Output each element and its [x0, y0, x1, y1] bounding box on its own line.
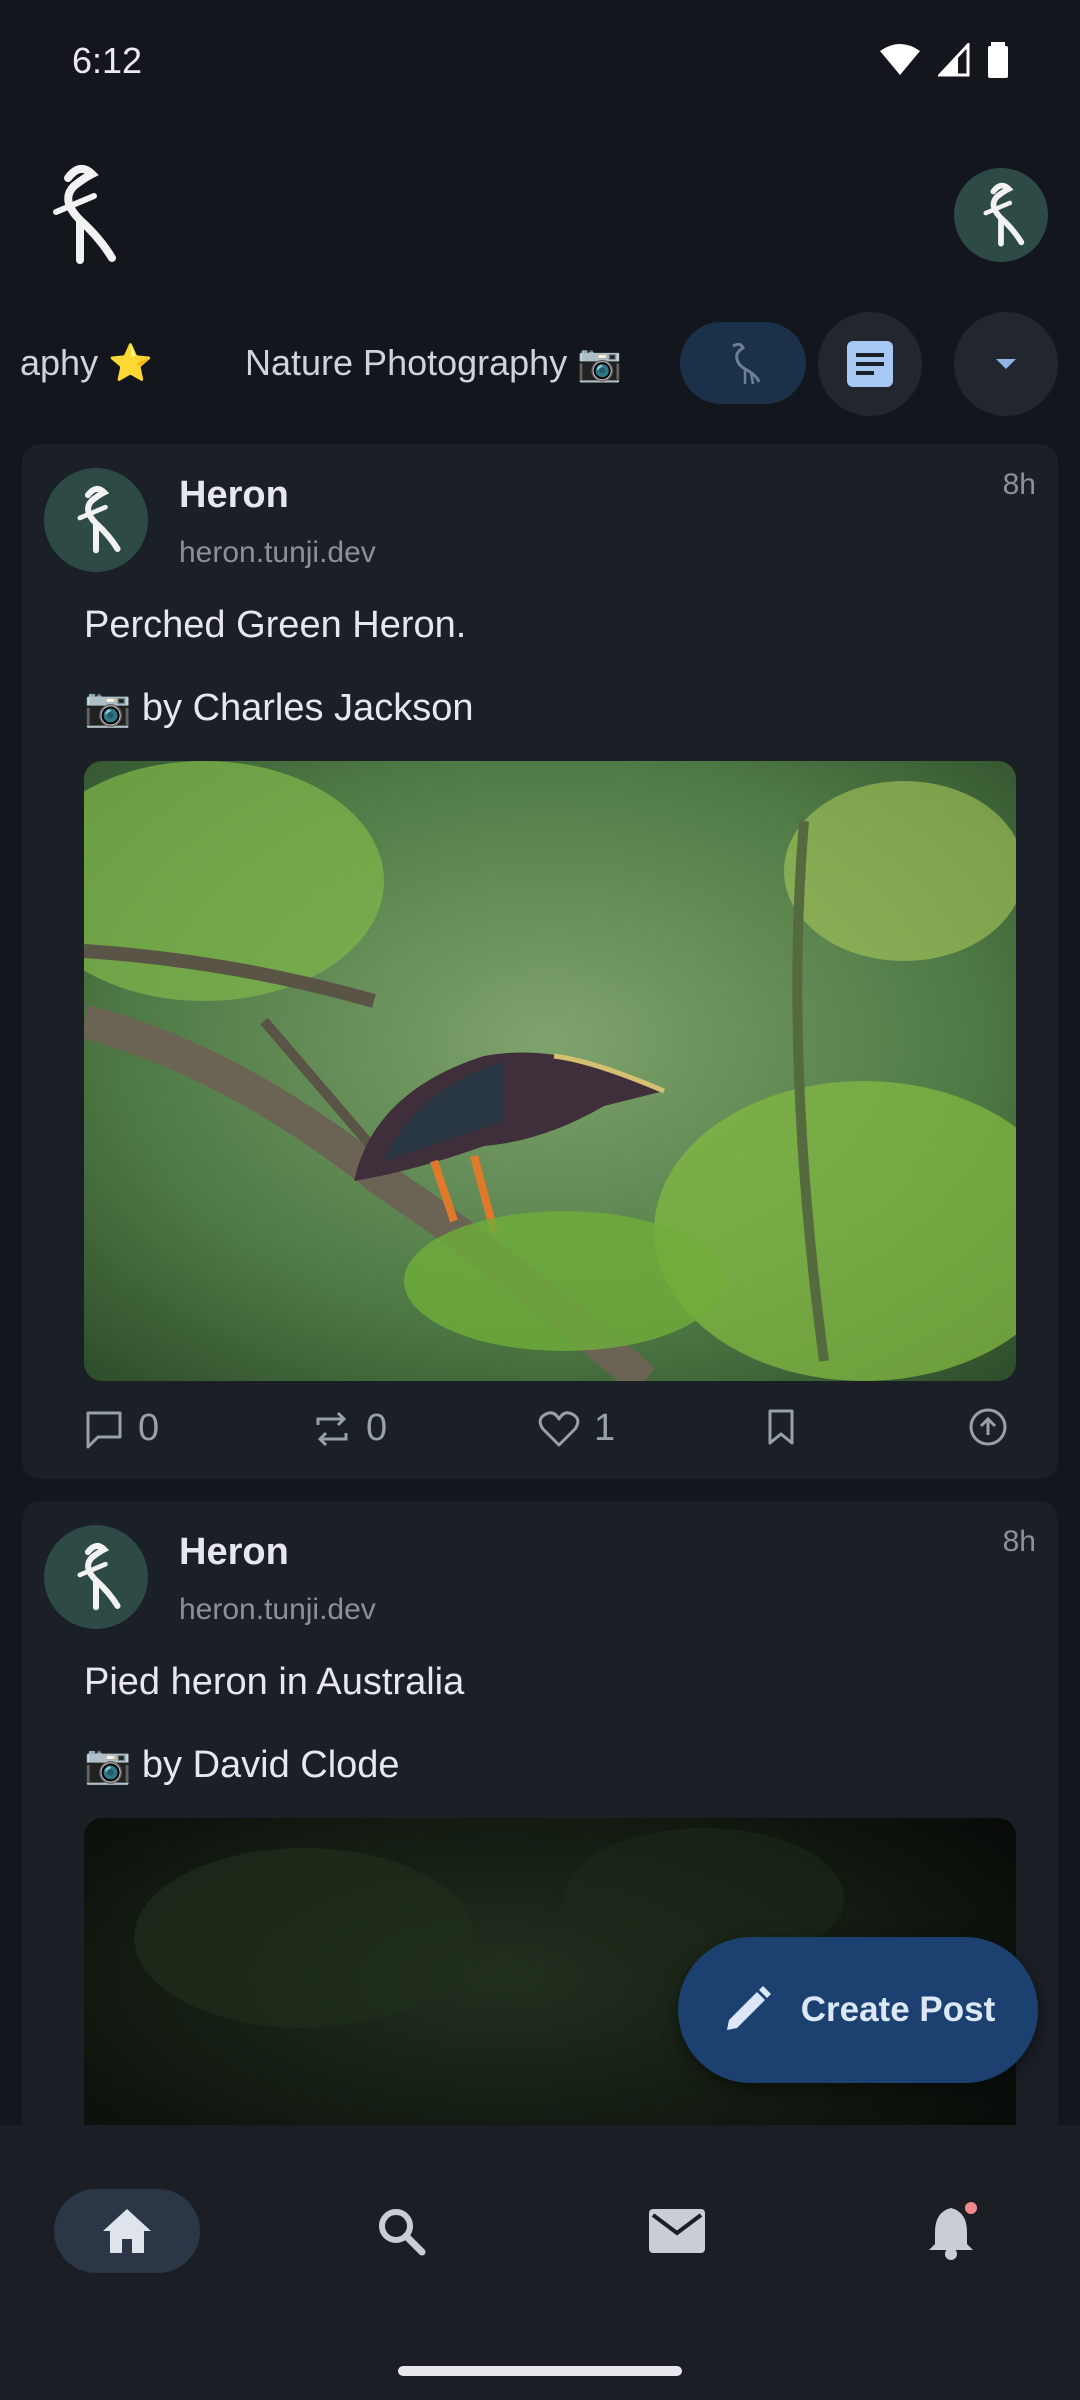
like-button[interactable]: 1 [538, 1407, 615, 1450]
signal-icon [938, 43, 970, 77]
post-text: Pied heron in Australia [84, 1661, 465, 1703]
heart-icon [538, 1410, 580, 1446]
nav-notifications[interactable] [880, 2189, 1026, 2273]
repost-count: 0 [366, 1407, 388, 1449]
comment-count: 0 [138, 1407, 160, 1449]
comment-button[interactable]: 0 [84, 1407, 159, 1450]
heron-logo-icon [77, 485, 121, 554]
repost-icon [316, 1411, 348, 1446]
document-icon [847, 341, 893, 387]
post-credit: 📷 by Charles Jackson [84, 687, 474, 729]
search-icon [379, 2209, 426, 2256]
notification-dot [965, 2202, 977, 2214]
comment-icon [86, 1411, 122, 1448]
profile-avatar[interactable] [954, 168, 1048, 262]
post-timestamp: 8h [1002, 1525, 1036, 1558]
mail-icon [649, 2209, 705, 2253]
feeds-dropdown-button[interactable] [954, 312, 1058, 416]
post-author-name[interactable]: Heron [179, 1531, 289, 1574]
home-icon [103, 2209, 151, 2253]
status-icons [880, 42, 1008, 78]
battery-icon [988, 42, 1008, 78]
heron-logo-icon [77, 1542, 121, 1611]
bell-icon [929, 2202, 977, 2260]
like-count: 1 [594, 1407, 616, 1449]
post-timestamp: 8h [1002, 468, 1036, 501]
post-actions: 0 0 1 [84, 1407, 1016, 1467]
post-author-handle: heron.tunji.dev [179, 536, 376, 569]
home-indicator[interactable] [398, 2366, 682, 2376]
wifi-icon [880, 44, 920, 75]
tab-nature-photography[interactable]: Nature Photography 📷 [245, 342, 622, 384]
tab-heron-feed[interactable] [680, 322, 806, 404]
share-button[interactable] [968, 1407, 1008, 1447]
caret-down-icon [996, 359, 1016, 369]
heron-bird-icon [732, 342, 761, 385]
post-author-handle: heron.tunji.dev [179, 1593, 376, 1626]
bookmark-button[interactable] [766, 1407, 796, 1447]
tab-photography[interactable]: aphy ⭐ [20, 342, 153, 384]
bookmark-icon [768, 1409, 794, 1445]
nav-messages[interactable] [604, 2189, 750, 2273]
post-avatar[interactable] [44, 1525, 148, 1629]
heron-logo-icon[interactable] [40, 160, 120, 270]
post-image-green-heron[interactable] [84, 761, 1016, 1381]
post-credit: 📷 by David Clode [84, 1744, 400, 1786]
bottom-navigation [0, 2125, 1080, 2400]
heron-logo-icon [983, 182, 1025, 247]
pencil-icon [726, 1986, 771, 2030]
repost-button[interactable]: 0 [312, 1407, 387, 1450]
create-post-label: Create Post [800, 1990, 996, 2029]
nav-search[interactable] [328, 2189, 474, 2273]
create-post-button[interactable]: Create Post [678, 1937, 1038, 2083]
upload-circle-icon [969, 1408, 1007, 1446]
post-avatar[interactable] [44, 468, 148, 572]
status-time: 6:12 [72, 40, 143, 81]
post-text: Perched Green Heron. [84, 604, 467, 646]
post-card[interactable]: Heron heron.tunji.dev 8h Perched Green H… [22, 444, 1058, 1479]
tab-posts-feed[interactable] [818, 312, 922, 416]
post-author-name[interactable]: Heron [179, 474, 289, 517]
nav-home[interactable] [54, 2189, 200, 2273]
